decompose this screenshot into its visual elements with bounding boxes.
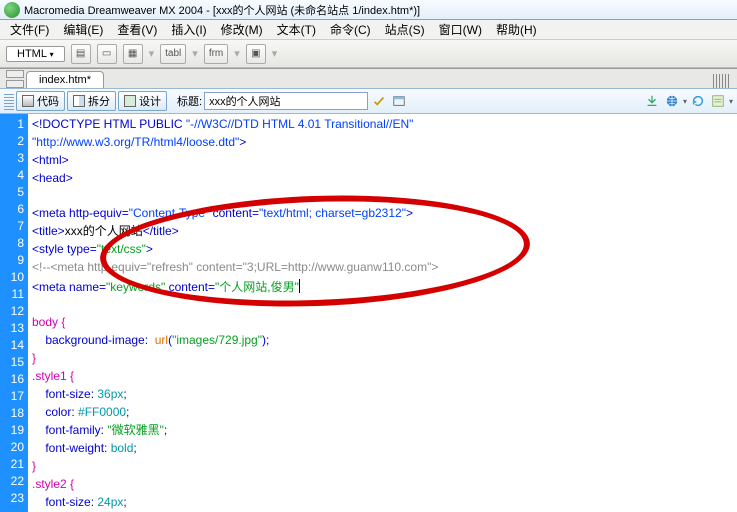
document-tab[interactable]: index.htm* [26,71,104,88]
tool-btn-frm[interactable]: frm [204,44,228,64]
check-icon[interactable] [370,92,388,110]
view-code-button[interactable]: 代码 [16,91,65,111]
refresh-icon[interactable] [689,92,707,110]
menu-file[interactable]: 文件(F) [6,19,53,40]
toolbar-grip[interactable] [4,92,14,110]
browser-check-icon[interactable] [390,92,408,110]
window-title: Macromedia Dreamweaver MX 2004 - [xxx的个人… [24,2,420,18]
tool-btn-4[interactable]: ▣ [246,44,266,64]
tool-btn-2[interactable]: ▭ [97,44,117,64]
page-title-label: 标题: [177,93,202,109]
properties-icon[interactable] [709,92,727,110]
view-design-button[interactable]: 设计 [118,91,167,111]
app-icon [4,2,20,18]
tool-btn-3[interactable]: ▦ [123,44,143,64]
page-title-input[interactable] [204,92,368,110]
menu-window[interactable]: 窗口(W) [435,19,486,40]
insert-toolbar: HTML ▾ ▤ ▭ ▦ ▾ tabl ▾ frm ▾ ▣ ▾ [0,40,737,68]
menu-commands[interactable]: 命令(C) [326,19,375,40]
document-tabs: index.htm* [0,68,737,88]
menu-modify[interactable]: 修改(M) [217,19,267,40]
tab-grip [713,74,731,88]
document-toolbar: 代码 拆分 设计 标题: ▾ ▾ [0,88,737,114]
menu-view[interactable]: 查看(V) [113,19,161,40]
globe-icon[interactable] [663,92,681,110]
tool-btn-tabl[interactable]: tabl [160,44,186,64]
menu-site[interactable]: 站点(S) [381,19,429,40]
view-split-button[interactable]: 拆分 [67,91,116,111]
window-titlebar: Macromedia Dreamweaver MX 2004 - [xxx的个人… [0,0,737,20]
menu-edit[interactable]: 编辑(E) [59,19,107,40]
line-gutter: 1234567891011121314151617181920212223 [0,114,28,512]
menu-text[interactable]: 文本(T) [273,19,320,40]
download-icon[interactable] [643,92,661,110]
menu-insert[interactable]: 插入(I) [167,19,210,40]
tab-scroll-buttons[interactable] [6,69,24,88]
code-editor[interactable]: 1234567891011121314151617181920212223 <!… [0,114,737,512]
menu-help[interactable]: 帮助(H) [492,19,541,40]
mode-selector[interactable]: HTML ▾ [6,46,65,62]
tool-btn-1[interactable]: ▤ [71,44,91,64]
menu-bar: 文件(F) 编辑(E) 查看(V) 插入(I) 修改(M) 文本(T) 命令(C… [0,20,737,40]
code-area[interactable]: <!DOCTYPE HTML PUBLIC "-//W3C//DTD HTML … [28,114,737,512]
